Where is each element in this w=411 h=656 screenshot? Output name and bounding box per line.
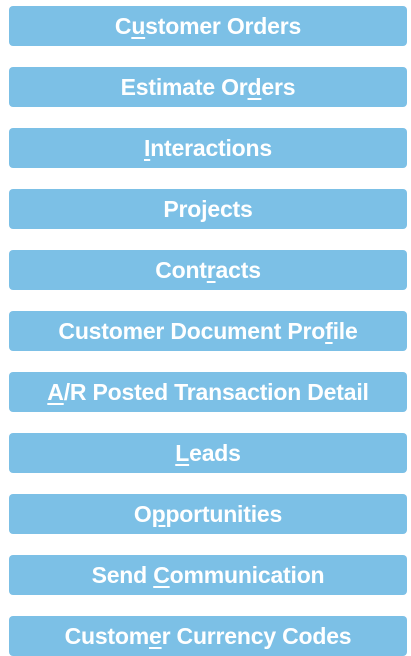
leads-label-post: eads xyxy=(189,440,241,466)
leads-button[interactable]: Leads xyxy=(9,433,407,473)
projects-label-post: ects xyxy=(207,196,253,222)
customer-orders-label-pre: C xyxy=(114,13,132,39)
send-communication-label-pre: Send xyxy=(91,562,154,588)
opportunities-label-post: portunities xyxy=(165,501,283,527)
send-communication-hotkey: C xyxy=(153,562,170,588)
contracts-hotkey: r xyxy=(206,257,216,283)
contracts-label-post: acts xyxy=(215,257,261,283)
customer-currency-codes-label-pre: Custom xyxy=(64,623,150,649)
estimate-orders-label-post: ers xyxy=(261,74,296,100)
ar-posted-transaction-detail-hotkey: A xyxy=(47,379,64,405)
customer-currency-codes-label-post: r Currency Codes xyxy=(161,623,352,649)
customer-orders-hotkey: u xyxy=(131,13,146,39)
customer-document-profile-button[interactable]: Customer Document Profile xyxy=(9,311,407,351)
customer-document-profile-hotkey: f xyxy=(325,318,333,344)
estimate-orders-hotkey: d xyxy=(247,74,262,100)
ar-posted-transaction-detail-label-post: /R Posted Transaction Detail xyxy=(63,379,369,405)
customer-document-profile-label-post: ile xyxy=(332,318,358,344)
ar-posted-transaction-detail-button[interactable]: A/R Posted Transaction Detail xyxy=(9,372,407,412)
estimate-orders-label-pre: Estimate Or xyxy=(120,74,248,100)
interactions-label-post: nteractions xyxy=(150,135,272,161)
interactions-button[interactable]: Interactions xyxy=(9,128,407,168)
projects-button[interactable]: Projects xyxy=(9,189,407,229)
customer-document-profile-label-pre: Customer Document Pro xyxy=(58,318,326,344)
customer-orders-button[interactable]: Customer Orders xyxy=(9,6,407,46)
opportunities-button[interactable]: Opportunities xyxy=(9,494,407,534)
customer-orders-label-post: stomer Orders xyxy=(145,13,302,39)
leads-hotkey: L xyxy=(175,440,190,466)
opportunities-hotkey: p xyxy=(151,501,166,527)
estimate-orders-button[interactable]: Estimate Orders xyxy=(9,67,407,107)
customer-currency-codes-hotkey: e xyxy=(149,623,162,649)
projects-label-pre: Pro xyxy=(163,196,202,222)
contracts-button[interactable]: Contracts xyxy=(9,250,407,290)
customer-currency-codes-button[interactable]: Customer Currency Codes xyxy=(9,616,407,656)
customer-actions-menu: Customer Orders Estimate Orders Interact… xyxy=(0,0,411,656)
contracts-label-pre: Cont xyxy=(155,257,207,283)
opportunities-label-pre: O xyxy=(133,501,152,527)
send-communication-button[interactable]: Send Communication xyxy=(9,555,407,595)
send-communication-label-post: ommunication xyxy=(169,562,325,588)
